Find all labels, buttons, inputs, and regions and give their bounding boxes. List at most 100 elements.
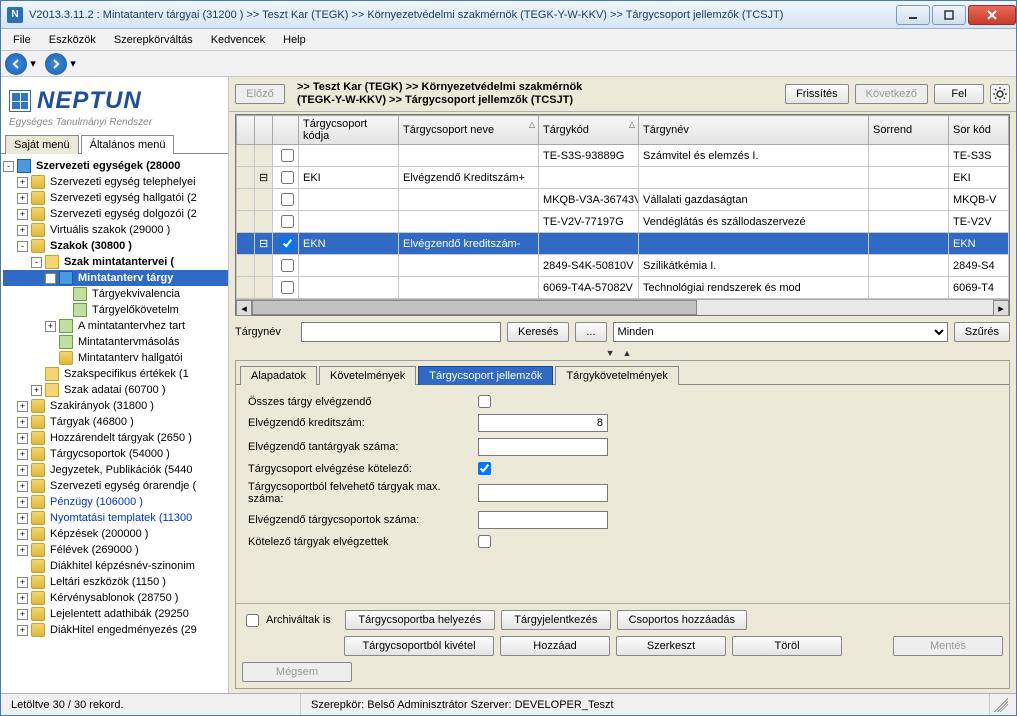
splitter-handle[interactable]: ▼▲ <box>229 348 1016 360</box>
tab-targycsoport-jellemzok[interactable]: Tárgycsoport jellemzők <box>418 366 553 385</box>
tree-node[interactable]: Mintatantervmásolás <box>3 334 228 350</box>
tree-node[interactable]: -Mintatanterv tárgy <box>3 270 228 286</box>
btn-subject-apply[interactable]: Tárgyjelentkezés <box>501 610 611 630</box>
field-credit-input[interactable] <box>478 414 608 432</box>
tab-alapadatok[interactable]: Alapadatok <box>240 366 317 385</box>
tree-node[interactable]: +Virtuális szakok (29000 ) <box>3 222 228 238</box>
search-more-button[interactable]: ... <box>575 322 606 342</box>
tree-node[interactable]: +Nyomtatási templatek (11300 <box>3 510 228 526</box>
grid-header[interactable]: Sorrend <box>869 116 949 145</box>
tree-expand-icon[interactable]: + <box>17 529 28 540</box>
tree-expand-icon[interactable]: - <box>3 161 14 172</box>
menu-favs[interactable]: Kedvencek <box>203 32 273 48</box>
menu-role[interactable]: Szerepkörváltás <box>106 32 201 48</box>
tree-node[interactable]: Szakspecifikus értékek (1 <box>3 366 228 382</box>
tree-node[interactable]: Mintatanterv hallgatói <box>3 350 228 366</box>
tree-node[interactable]: +A mintatantervhez tart <box>3 318 228 334</box>
tree-expand-icon[interactable]: + <box>17 209 28 220</box>
table-row[interactable]: ⊟EKIElvégzendő Kreditszám+EKI <box>237 167 1009 189</box>
row-expand-icon[interactable]: ⊟ <box>255 233 273 255</box>
field-maxsubjects-input[interactable] <box>478 484 608 502</box>
tree-expand-icon[interactable]: + <box>17 449 28 460</box>
tree-node[interactable]: +Kérvénysablonok (28750 ) <box>3 590 228 606</box>
menu-file[interactable]: File <box>5 32 39 48</box>
field-groupcount-input[interactable] <box>478 511 608 529</box>
tree-expand-icon[interactable]: + <box>17 401 28 412</box>
btn-group-remove[interactable]: Tárgycsoportból kivétel <box>344 636 494 656</box>
tree-node[interactable]: +Jegyzetek, Publikációk (5440 <box>3 462 228 478</box>
tree-node[interactable]: +Tárgyak (46800 ) <box>3 414 228 430</box>
tree-expand-icon[interactable]: + <box>17 625 28 636</box>
tree-expand-icon[interactable]: + <box>17 545 28 556</box>
tree-node[interactable]: -Szakok (30800 ) <box>3 238 228 254</box>
tree-node[interactable]: -Szervezeti egységek (28000 <box>3 158 228 174</box>
tree-expand-icon[interactable]: + <box>17 465 28 476</box>
nav-back-button[interactable] <box>5 53 27 75</box>
tree-expand-icon[interactable]: + <box>17 417 28 428</box>
tree-node[interactable]: +Lejelentett adathibák (29250 <box>3 606 228 622</box>
grid-header-blank[interactable] <box>273 116 299 145</box>
up-button[interactable]: Fel <box>934 84 984 104</box>
btn-edit[interactable]: Szerkeszt <box>616 636 726 656</box>
tree-node[interactable]: +DiákHitel engedményezés (29 <box>3 622 228 638</box>
tree-expand-icon[interactable]: + <box>17 513 28 524</box>
tree-node[interactable]: +Szak adatai (60700 ) <box>3 382 228 398</box>
grid-header[interactable]: Sor kód <box>949 116 1009 145</box>
refresh-button[interactable]: Frissítés <box>785 84 849 104</box>
archived-checkbox[interactable] <box>246 614 259 627</box>
next-button[interactable]: Következő <box>855 84 928 104</box>
tab-targykovetelmenyek[interactable]: Tárgykövetelmények <box>555 366 679 385</box>
row-checkbox[interactable] <box>281 259 294 272</box>
tree-node[interactable]: +Szervezeti egység órarendje ( <box>3 478 228 494</box>
prev-button[interactable]: Előző <box>235 84 285 104</box>
tree-node[interactable]: +Szervezeti egység telephelyei <box>3 174 228 190</box>
tree-expand-icon[interactable]: - <box>31 257 42 268</box>
tree-node[interactable]: +Hozzárendelt tárgyak (2650 ) <box>3 430 228 446</box>
tree-node[interactable]: +Szakirányok (31800 ) <box>3 398 228 414</box>
menu-tools[interactable]: Eszközök <box>41 32 104 48</box>
btn-cancel[interactable]: Mégsem <box>242 662 352 682</box>
btn-delete[interactable]: Töröl <box>732 636 842 656</box>
grid-h-scrollbar[interactable]: ◂ ▸ <box>236 299 1009 315</box>
tree-expand-icon[interactable]: + <box>17 177 28 188</box>
grid-header-blank[interactable] <box>237 116 255 145</box>
tree-expand-icon[interactable]: + <box>17 593 28 604</box>
tree-node[interactable]: Tárgyekvivalencia <box>3 286 228 302</box>
tab-kovetelmenyek[interactable]: Követelmények <box>319 366 416 385</box>
grid-header[interactable]: Tárgycsoport neve△ <box>399 116 539 145</box>
menu-help[interactable]: Help <box>275 32 314 48</box>
field-subjectcount-input[interactable] <box>478 438 608 456</box>
table-row[interactable]: ⊟EKNElvégzendő kreditszám-EKN <box>237 233 1009 255</box>
nav-back-dropdown[interactable]: ▾ <box>27 53 39 75</box>
tree-expand-icon[interactable]: + <box>31 385 42 396</box>
tree-node[interactable]: +Képzések (200000 ) <box>3 526 228 542</box>
tab-own-menu[interactable]: Saját menü <box>5 135 79 154</box>
tree-expand-icon[interactable]: - <box>17 241 28 252</box>
grid-header[interactable]: Tárgycsoport kódja <box>299 116 399 145</box>
filter-select[interactable]: Minden <box>613 322 948 342</box>
tab-general-menu[interactable]: Általános menü <box>81 135 175 154</box>
row-checkbox[interactable] <box>281 171 294 184</box>
btn-save[interactable]: Mentés <box>893 636 1003 656</box>
row-checkbox[interactable] <box>281 215 294 228</box>
btn-add[interactable]: Hozzáad <box>500 636 610 656</box>
grid-header-blank[interactable] <box>255 116 273 145</box>
table-row[interactable]: MKQB-V3A-36743VVállalati gazdaságtanMKQB… <box>237 189 1009 211</box>
field-mandatory-done-checkbox[interactable] <box>478 535 491 548</box>
field-mandatory-checkbox[interactable] <box>478 462 491 475</box>
tree-expand-icon[interactable]: + <box>17 609 28 620</box>
tree-expand-icon[interactable]: + <box>45 321 56 332</box>
tree-expand-icon[interactable]: + <box>17 193 28 204</box>
tree-node[interactable]: Tárgyelőkövetelm <box>3 302 228 318</box>
tree-node[interactable]: -Szak mintatantervei ( <box>3 254 228 270</box>
table-row[interactable]: TE-V2V-77197GVendéglátás és szállodaszer… <box>237 211 1009 233</box>
tree-expand-icon[interactable]: + <box>17 577 28 588</box>
nav-forward-button[interactable] <box>45 53 67 75</box>
row-checkbox[interactable] <box>281 237 294 250</box>
tree[interactable]: -Szervezeti egységek (28000+Szervezeti e… <box>1 154 228 693</box>
scroll-right-icon[interactable]: ▸ <box>993 300 1009 316</box>
settings-icon[interactable] <box>990 84 1010 104</box>
nav-forward-dropdown[interactable]: ▾ <box>67 53 79 75</box>
scroll-left-icon[interactable]: ◂ <box>236 300 252 316</box>
table-row[interactable]: 2849-S4K-50810VSzilikátkémia I.2849-S4 <box>237 255 1009 277</box>
